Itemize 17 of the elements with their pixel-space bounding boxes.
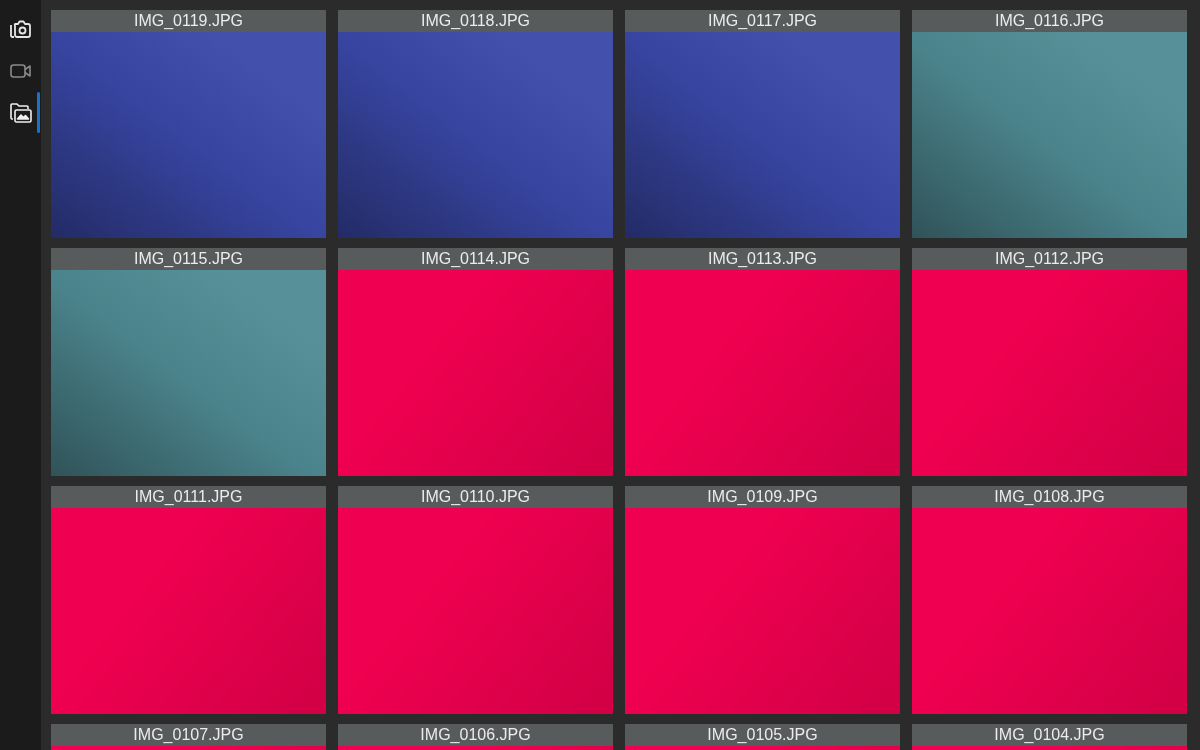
image-folder-icon <box>8 100 33 125</box>
file-name: IMG_0118.JPG <box>338 10 613 32</box>
file-name: IMG_0111.JPG <box>51 486 326 508</box>
file-name: IMG_0110.JPG <box>338 486 613 508</box>
file-name: IMG_0119.JPG <box>51 10 326 32</box>
file-name: IMG_0105.JPG <box>625 724 900 746</box>
file-name: IMG_0104.JPG <box>912 724 1187 746</box>
file-name: IMG_0113.JPG <box>625 248 900 270</box>
file-name: IMG_0115.JPG <box>51 248 326 270</box>
file-name: IMG_0117.JPG <box>625 10 900 32</box>
file-name: IMG_0106.JPG <box>338 724 613 746</box>
file-name: IMG_0114.JPG <box>338 248 613 270</box>
file-name: IMG_0116.JPG <box>912 10 1187 32</box>
file-name: IMG_0107.JPG <box>51 724 326 746</box>
file-name: IMG_0109.JPG <box>625 486 900 508</box>
file-name: IMG_0108.JPG <box>912 486 1187 508</box>
file-name: IMG_0112.JPG <box>912 248 1187 270</box>
